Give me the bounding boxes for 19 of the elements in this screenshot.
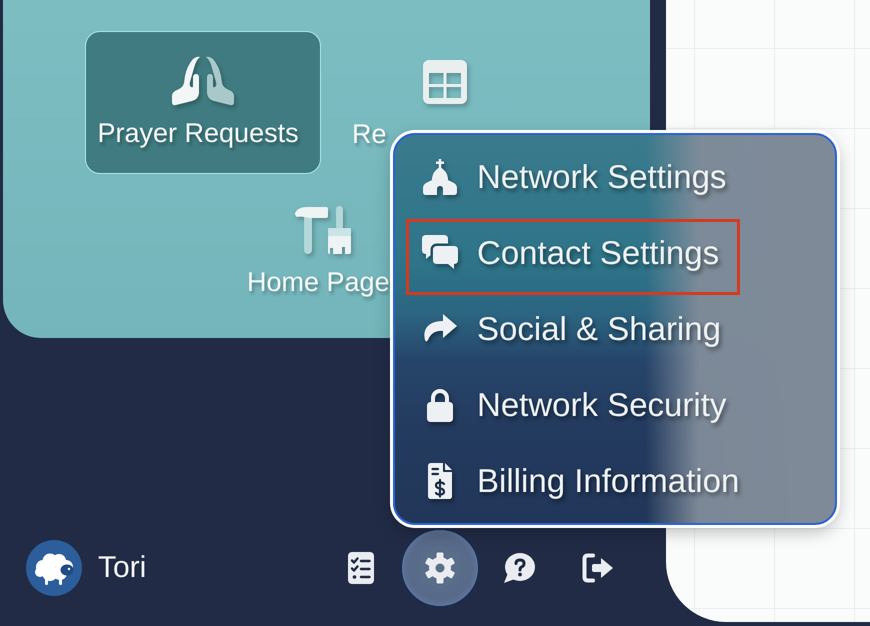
sheep-avatar-icon (26, 540, 82, 596)
logout-icon (582, 553, 614, 583)
gear-icon (424, 552, 456, 584)
app-tile[interactable]: Prayer Requests (85, 31, 321, 174)
menu-item[interactable]: Billing Information (406, 447, 760, 523)
church-icon (423, 159, 457, 195)
hammer-and-brush-icon (295, 206, 353, 254)
praying-hands-icon (172, 56, 234, 106)
table-icon (423, 60, 467, 104)
menu-item[interactable]: Network Security (406, 371, 748, 447)
user-name: Tori (98, 550, 146, 586)
menu-item[interactable]: Social & Sharing (406, 295, 742, 371)
menu-item[interactable]: Contact Settings (406, 219, 740, 295)
lock-icon (427, 388, 453, 422)
invoice-icon (428, 463, 452, 499)
share-arrow-icon (423, 314, 457, 344)
help-icon (503, 552, 535, 584)
checklist-icon (348, 552, 374, 584)
chat-bubbles-icon (422, 235, 458, 271)
